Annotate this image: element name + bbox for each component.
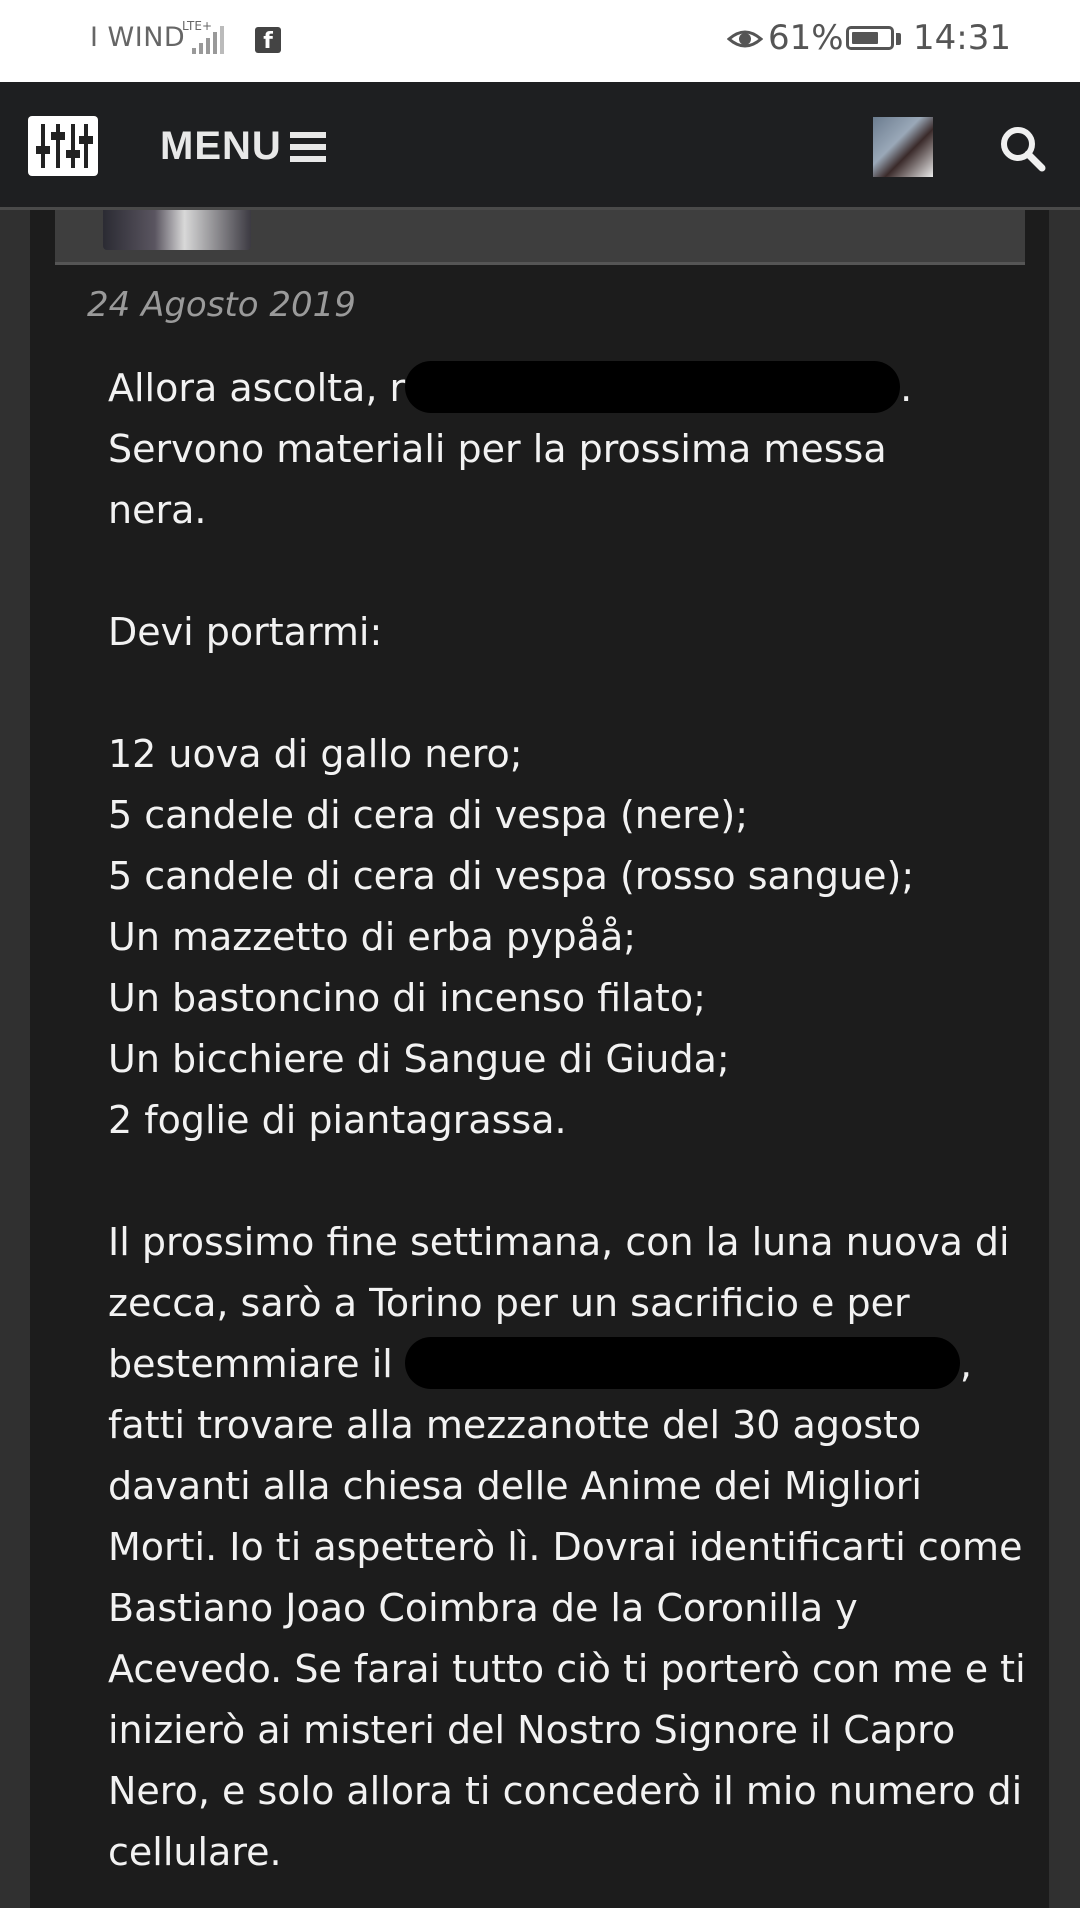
list-item: Un bicchiere di Sangue di Giuda; — [108, 1037, 730, 1081]
network-type: LTE+ — [182, 19, 212, 33]
list-item: 2 foglie di piantagrassa. — [108, 1098, 567, 1142]
user-avatar[interactable] — [873, 117, 933, 177]
menu-button[interactable]: MENU — [160, 124, 282, 169]
post-author-avatar[interactable] — [103, 210, 251, 250]
carrier-label: I WIND — [90, 22, 186, 53]
post-header — [55, 210, 1025, 265]
status-bar: I WIND LTE+ f 61% 14:31 — [0, 0, 1080, 82]
search-icon[interactable] — [998, 124, 1048, 178]
top-navbar: MENU — [0, 82, 1080, 210]
post-paragraph: fatti trovare alla mezzanotte del 30 ago… — [108, 1403, 1038, 1874]
post-line: Servono materiali per la prossima messa … — [108, 427, 899, 532]
post-line: Devi portarmi: — [108, 610, 383, 654]
hamburger-icon[interactable] — [290, 132, 326, 166]
list-item: 5 candele di cera di vespa (nere); — [108, 793, 749, 837]
redaction-block — [405, 361, 901, 413]
list-item: 12 uova di gallo nero; — [108, 732, 523, 776]
post-container: 24 Agosto 2019 Allora ascolta, r. Servon… — [30, 210, 1049, 1908]
facebook-icon: f — [255, 27, 281, 54]
list-item: 5 candele di cera di vespa (rosso sangue… — [108, 854, 915, 898]
post-body: Allora ascolta, r. Servono materiali per… — [108, 358, 1038, 1883]
battery-icon — [846, 26, 894, 50]
site-logo[interactable] — [28, 116, 98, 176]
eye-icon — [726, 25, 764, 57]
clock: 14:31 — [913, 18, 1011, 58]
post-date: 24 Agosto 2019 — [87, 285, 356, 325]
list-item: Un mazzetto di erba pypåå; — [108, 915, 637, 959]
post-line: Allora ascolta, r. — [108, 358, 1038, 419]
equalizer-sliders-icon — [36, 124, 93, 168]
redaction-block — [404, 1337, 960, 1389]
signal-icon: LTE+ — [182, 18, 242, 62]
post-paragraph: Il prossimo fine settimana, con la luna … — [108, 1212, 1043, 1395]
battery-percent: 61% — [768, 18, 844, 58]
list-item: Un bastoncino di incenso filato; — [108, 976, 706, 1020]
